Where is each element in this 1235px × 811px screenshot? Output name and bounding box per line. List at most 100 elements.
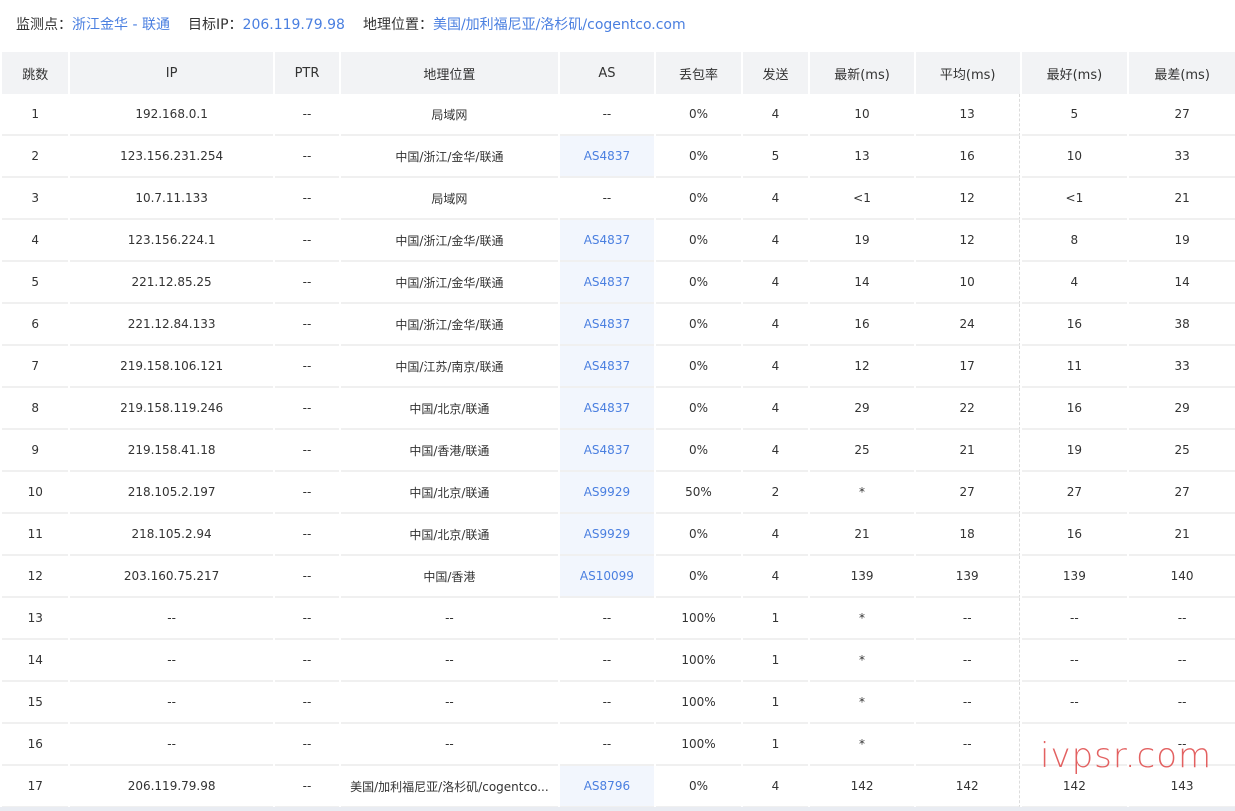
table-row: 1 192.168.0.1 -- 局域网 -- 0% 4 10 13 5 27: [2, 94, 1235, 136]
cell-best: 19: [1021, 430, 1128, 472]
cell-hop: 10: [2, 472, 69, 514]
cell-avg: --: [915, 598, 1020, 640]
cell-ip: 10.7.11.133: [70, 178, 273, 220]
cell-last: 12: [810, 346, 914, 388]
cell-geo: --: [341, 598, 558, 640]
cell-best: 4: [1021, 262, 1128, 304]
monitor-point-value[interactable]: 浙江金华 - 联通: [72, 17, 170, 33]
cell-last: 10: [810, 94, 914, 136]
cell-best: 11: [1021, 346, 1128, 388]
as-link[interactable]: AS4837: [584, 317, 630, 331]
cell-loss: 0%: [656, 514, 741, 556]
geo-location-value[interactable]: 美国/加利福尼亚/洛杉矶/cogentco.com: [433, 17, 686, 33]
cell-loss: 100%: [656, 598, 741, 640]
scrollbar-track[interactable]: [0, 807, 1235, 811]
cell-loss: 0%: [656, 388, 741, 430]
column-header-sent: 发送: [742, 52, 809, 94]
cell-last: 16: [810, 304, 914, 346]
as-link[interactable]: AS9929: [584, 485, 630, 499]
cell-sent: 2: [742, 472, 809, 514]
cell-best: 10: [1021, 136, 1128, 178]
target-ip-value[interactable]: 206.119.79.98: [243, 17, 345, 33]
cell-hop: 14: [2, 640, 69, 682]
cell-ip: --: [70, 640, 273, 682]
as-link[interactable]: AS4837: [584, 401, 630, 415]
cell-last: *: [810, 598, 914, 640]
cell-geo: 中国/香港/联通: [341, 430, 558, 472]
cell-loss: 100%: [656, 640, 741, 682]
cell-ip: 192.168.0.1: [70, 94, 273, 136]
cell-last: 29: [810, 388, 914, 430]
cell-avg: 16: [915, 136, 1020, 178]
cell-avg: 21: [915, 430, 1020, 472]
cell-ptr: --: [274, 640, 340, 682]
cell-avg: --: [915, 640, 1020, 682]
monitor-point: 监测点：浙江金华 - 联通: [16, 14, 170, 34]
cell-ip: 123.156.231.254: [70, 136, 273, 178]
table-row: 12 203.160.75.217 -- 中国/香港 AS10099 0% 4 139 139 1…: [2, 556, 1235, 598]
cell-worst: --: [1129, 640, 1235, 682]
cell-ip: 203.160.75.217: [70, 556, 273, 598]
cell-loss: 0%: [656, 94, 741, 136]
cell-ptr: --: [274, 724, 340, 766]
table-row: 15 -- -- -- -- 100% 1 * -- -- --: [2, 682, 1235, 724]
cell-hop: 16: [2, 724, 69, 766]
cell-avg: 12: [915, 220, 1020, 262]
cell-avg: 22: [915, 388, 1020, 430]
cell-loss: 0%: [656, 304, 741, 346]
column-header-loss: 丢包率: [656, 52, 741, 94]
cell-geo: --: [341, 682, 558, 724]
table-row: 5 221.12.85.25 -- 中国/浙江/金华/联通 AS4837 0% 4 14 10 4…: [2, 262, 1235, 304]
cell-avg: 139: [915, 556, 1020, 598]
cell-as: AS4837: [559, 220, 655, 262]
as-link[interactable]: AS4837: [584, 149, 630, 163]
cell-last: 21: [810, 514, 914, 556]
cell-worst: --: [1129, 598, 1235, 640]
cell-hop: 1: [2, 94, 69, 136]
cell-ip: 206.119.79.98: [70, 766, 273, 808]
traceroute-table: 跳数 IP PTR 地理位置 AS 丢包率 发送 最新(ms) 平均(ms) 最好(ms) 最差(m…: [0, 52, 1235, 808]
table-row: 7 219.158.106.121 -- 中国/江苏/南京/联通 AS4837 0% 4 12…: [2, 346, 1235, 388]
cell-hop: 8: [2, 388, 69, 430]
cell-sent: 4: [742, 262, 809, 304]
as-link[interactable]: AS4837: [584, 359, 630, 373]
column-header-worst: 最差(ms): [1129, 52, 1235, 94]
as-link[interactable]: AS9929: [584, 527, 630, 541]
cell-as: AS9929: [559, 514, 655, 556]
cell-as: AS4837: [559, 430, 655, 472]
cell-best: 5: [1021, 94, 1128, 136]
cell-worst: 19: [1129, 220, 1235, 262]
geo-location-label: 地理位置：: [362, 17, 433, 33]
as-link[interactable]: AS4837: [584, 275, 630, 289]
cell-worst: --: [1129, 682, 1235, 724]
cell-hop: 7: [2, 346, 69, 388]
cell-ip: 221.12.85.25: [70, 262, 273, 304]
table-row: 9 219.158.41.18 -- 中国/香港/联通 AS4837 0% 4 25 21 19 2…: [2, 430, 1235, 472]
cell-sent: 1: [742, 682, 809, 724]
cell-hop: 11: [2, 514, 69, 556]
as-link[interactable]: AS4837: [584, 233, 630, 247]
cell-ptr: --: [274, 472, 340, 514]
cell-best: 16: [1021, 514, 1128, 556]
as-link[interactable]: AS10099: [580, 569, 634, 583]
target-ip: 目标IP：206.119.79.98: [188, 14, 345, 34]
cell-hop: 2: [2, 136, 69, 178]
cell-worst: 27: [1129, 472, 1235, 514]
cell-last: *: [810, 682, 914, 724]
cell-hop: 3: [2, 178, 69, 220]
cell-worst: 25: [1129, 430, 1235, 472]
cell-hop: 12: [2, 556, 69, 598]
cell-last: *: [810, 640, 914, 682]
cell-ptr: --: [274, 388, 340, 430]
as-link[interactable]: AS8796: [584, 779, 630, 793]
cell-loss: 0%: [656, 430, 741, 472]
cell-avg: --: [915, 724, 1020, 766]
cell-as: --: [559, 598, 655, 640]
cell-loss: 0%: [656, 556, 741, 598]
cell-last: 19: [810, 220, 914, 262]
cell-geo: 中国/香港: [341, 556, 558, 598]
cell-avg: --: [915, 682, 1020, 724]
cell-avg: 17: [915, 346, 1020, 388]
as-link[interactable]: AS4837: [584, 443, 630, 457]
cell-ptr: --: [274, 94, 340, 136]
